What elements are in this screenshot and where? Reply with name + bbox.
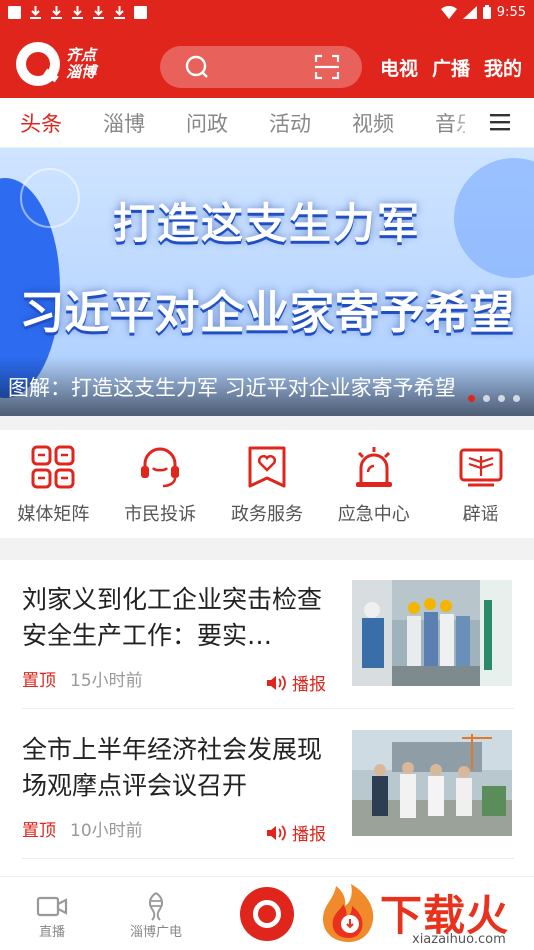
tab-headlines[interactable]: 头条 (20, 108, 62, 138)
download-icon (113, 5, 126, 19)
hero-banner[interactable]: 打造这支生力军 习近平对企业家寄予希望 图解：打造这支生力军 习近平对企业家寄予… (0, 148, 534, 416)
wifi-icon (440, 5, 457, 19)
speaker-icon (267, 674, 286, 691)
tab-live[interactable]: 直播 (36, 891, 68, 940)
watermark: 下载火 xiazaihuo.com (314, 876, 534, 950)
status-bar: 9:55 (0, 0, 534, 24)
audio-broadcast-button[interactable]: 播报 (266, 820, 326, 845)
siren-icon (355, 447, 392, 487)
logo-line1: 齐点 (66, 46, 97, 64)
image-notification-icon (134, 5, 147, 19)
service-label: 政务服务 (230, 504, 303, 525)
speaker-icon (267, 824, 286, 841)
service-media-matrix[interactable]: 媒体矩阵 (0, 430, 107, 538)
headset-icon (141, 447, 180, 488)
carousel-dots (468, 395, 520, 402)
news-item[interactable]: 全市上半年经济社会发展现场观摩点评会议召开 置顶 10小时前 播报 (22, 730, 514, 858)
news-title[interactable]: 刘家义到化工企业突击检查安全生产工作：要实… (22, 582, 340, 654)
carousel-dot[interactable] (498, 395, 505, 402)
news-photo (352, 730, 512, 836)
nav-tv[interactable]: 电视 (380, 54, 418, 81)
pinned-badge: 置顶 (22, 821, 56, 841)
book-icon (459, 448, 503, 487)
menu-icon[interactable] (490, 112, 510, 132)
section-gap (0, 416, 534, 430)
tab-zibo-broadcast-label: 淄博广电 (130, 925, 183, 940)
nav-radio[interactable]: 广播 (432, 54, 470, 81)
app-logo[interactable]: 齐点 淄博 (16, 42, 96, 86)
list-divider (22, 858, 514, 859)
service-complaint[interactable]: 市民投诉 (107, 430, 214, 538)
scan-icon[interactable] (314, 54, 340, 80)
service-government[interactable]: 政务服务 (214, 430, 321, 538)
news-time: 10小时前 (70, 821, 143, 841)
app-notification-icon (8, 5, 21, 19)
grid-icon (31, 445, 75, 489)
service-emergency[interactable]: 应急中心 (320, 430, 427, 538)
banner-headline-2: 习近平对企业家寄予希望 (19, 286, 515, 339)
news-photo (352, 580, 512, 686)
section-gap (0, 538, 534, 560)
heart-doc-icon (248, 446, 286, 488)
zibo-broadcast-icon (148, 892, 164, 921)
download-icon (29, 5, 42, 19)
news-item[interactable]: 刘家义到化工企业突击检查安全生产工作：要实… 置顶 15小时前 播报 (22, 580, 514, 708)
service-label: 市民投诉 (124, 504, 197, 525)
broadcast-label: 播报 (292, 675, 326, 695)
news-title[interactable]: 全市上半年经济社会发展现场观摩点评会议召开 (22, 732, 340, 804)
channel-tabs: 头条 淄博 问政 活动 视频 音乐 (0, 98, 534, 148)
news-meta: 置顶 15小时前 (22, 666, 143, 691)
audio-broadcast-button[interactable]: 播报 (266, 670, 326, 695)
watermark-url: xiazaihuo.com (412, 932, 506, 947)
logo-line2: 淄博 (66, 63, 97, 81)
carousel-dot[interactable] (483, 395, 490, 402)
tab-zibo[interactable]: 淄博 (103, 108, 145, 138)
banner-headline-1: 打造这支生力军 (112, 199, 421, 248)
header-nav: 电视 广播 我的 (380, 54, 522, 81)
tab-video[interactable]: 视频 (352, 108, 394, 138)
download-icon (92, 5, 105, 19)
tab-live-label: 直播 (38, 925, 65, 940)
download-icon (71, 5, 84, 19)
tab-activities[interactable]: 活动 (269, 108, 311, 138)
search-bar[interactable] (160, 46, 362, 88)
search-icon[interactable] (184, 54, 210, 80)
list-divider (22, 708, 514, 709)
video-camera-icon (36, 896, 68, 917)
nav-mine[interactable]: 我的 (484, 54, 522, 81)
service-rumor[interactable]: 辟谣 (427, 430, 534, 538)
tab-zibo-broadcast[interactable]: 淄博广电 (130, 891, 182, 940)
tab-home-logo[interactable] (240, 887, 294, 941)
news-thumbnail[interactable] (352, 580, 512, 686)
news-time: 15小时前 (70, 671, 143, 691)
news-meta: 置顶 10小时前 (22, 816, 143, 841)
carousel-dot[interactable] (513, 395, 520, 402)
flame-logo-icon (323, 884, 374, 942)
app-header: 齐点 淄博 电视 广播 我的 (0, 24, 534, 98)
clock: 9:55 (496, 4, 526, 20)
notification-icons (8, 5, 147, 19)
service-label: 应急中心 (337, 504, 410, 525)
broadcast-label: 播报 (292, 825, 326, 845)
quick-services: 媒体矩阵 市民投诉 政务服务 应急中心 辟谣 (0, 430, 534, 538)
download-icon (50, 5, 63, 19)
pinned-badge: 置顶 (22, 671, 56, 691)
banner-caption-overlay: 图解：打造这支生力军 习近平对企业家寄予希望 (0, 356, 534, 416)
banner-caption: 图解：打造这支生力军 习近平对企业家寄予希望 (8, 376, 456, 400)
tab-wenzheng[interactable]: 问政 (186, 108, 228, 138)
carousel-dot[interactable] (468, 395, 475, 402)
news-thumbnail[interactable] (352, 730, 512, 836)
tabs-fade (452, 98, 482, 147)
logo-q-icon (16, 42, 60, 86)
signal-icon (462, 5, 477, 19)
system-icons: 9:55 (440, 4, 526, 20)
logo-text: 齐点 淄博 (66, 47, 96, 81)
service-label: 辟谣 (462, 504, 499, 525)
battery-icon (482, 5, 491, 19)
service-label: 媒体矩阵 (17, 504, 90, 525)
